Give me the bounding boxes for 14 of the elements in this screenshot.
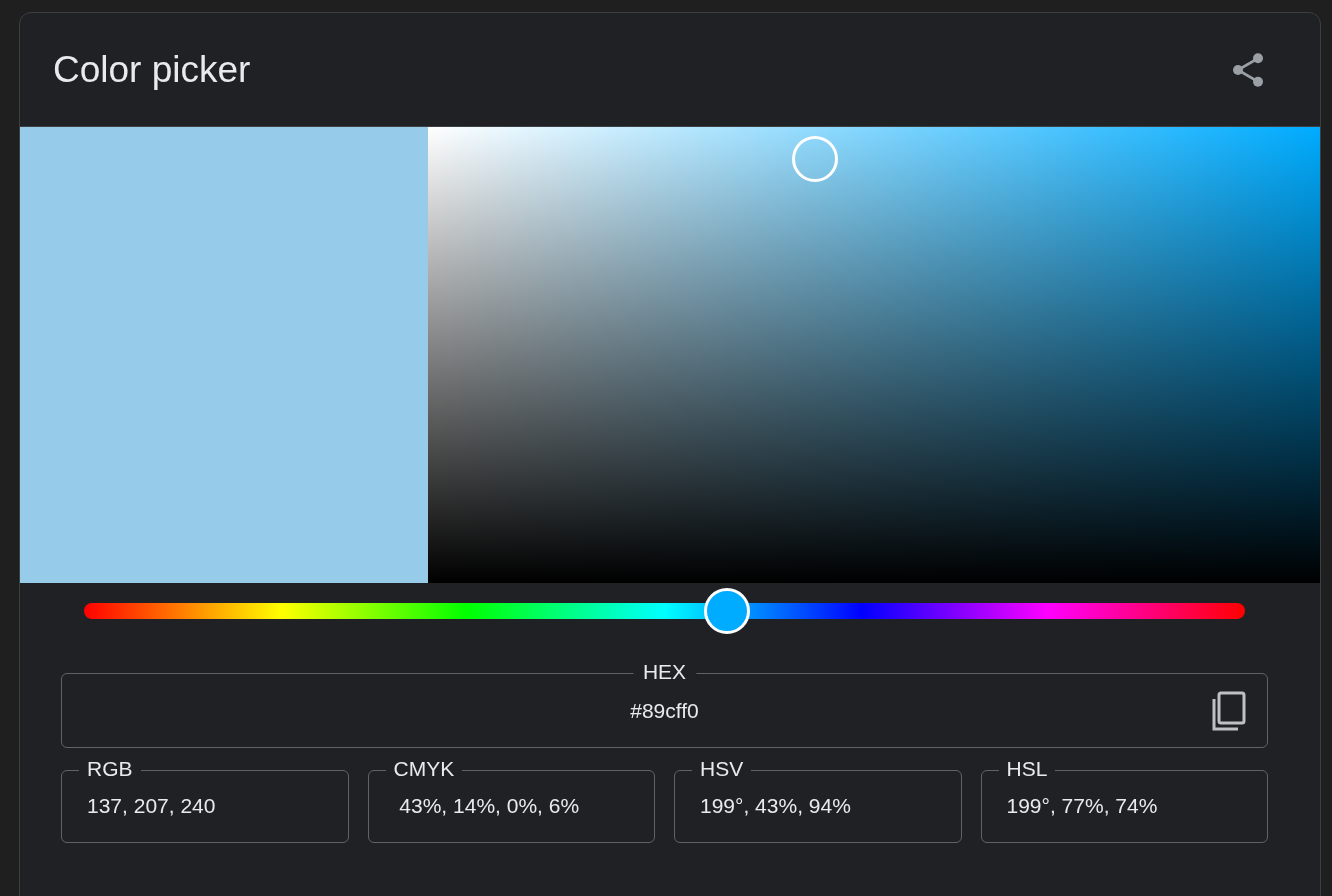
saturation-value-area[interactable] (428, 127, 1320, 583)
hex-value: #89cff0 (630, 699, 699, 723)
color-value: 199°, 77%, 74% (1006, 794, 1158, 818)
color-value-field[interactable]: CMYK 43%, 14%, 0%, 6% (367, 757, 655, 843)
card-title: Color picker (53, 48, 251, 91)
color-value-field[interactable]: HSV 199°, 43%, 94% (674, 757, 962, 843)
color-value: 137, 207, 240 (87, 794, 216, 818)
hex-field[interactable]: HEX #89cff0 (61, 660, 1268, 748)
hue-slider-handle[interactable] (704, 588, 751, 634)
color-value: 43%, 14%, 0%, 6% (398, 794, 580, 818)
picker-handle[interactable] (792, 135, 839, 182)
color-value-field[interactable]: RGB 137, 207, 240 (61, 757, 349, 843)
color-value: 199°, 43%, 94% (700, 794, 851, 818)
color-value-field[interactable]: HSL 199°, 77%, 74% (980, 757, 1268, 843)
